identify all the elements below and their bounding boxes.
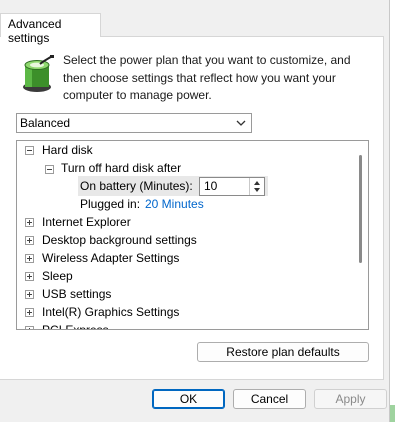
on-battery-minutes-spinner[interactable]: 10 — [199, 177, 265, 196]
restore-plan-defaults-button[interactable]: Restore plan defaults — [197, 342, 369, 362]
tree-item-wireless-adapter[interactable]: Wireless Adapter Settings — [42, 250, 179, 267]
spinner-buttons[interactable] — [249, 178, 264, 195]
edge-line — [389, 0, 390, 422]
expand-icon[interactable] — [25, 290, 34, 299]
expand-icon[interactable] — [25, 326, 34, 329]
background-window-sliver — [390, 405, 395, 422]
expand-icon[interactable] — [25, 236, 34, 245]
apply-button[interactable]: Apply — [314, 389, 387, 409]
tree-item-intel-graphics[interactable]: Intel(R) Graphics Settings — [42, 304, 179, 321]
power-plan-icon — [23, 55, 54, 92]
power-plan-dropdown[interactable]: Balanced — [16, 113, 252, 133]
tree-item-internet-explorer[interactable]: Internet Explorer — [42, 214, 131, 231]
expand-icon[interactable] — [25, 308, 34, 317]
expand-icon[interactable] — [25, 218, 34, 227]
tree-item-hard-disk[interactable]: Hard disk — [42, 142, 93, 159]
expand-icon[interactable] — [25, 272, 34, 281]
plugged-in-value-link[interactable]: 20 Minutes — [145, 196, 204, 213]
spin-down-icon[interactable] — [254, 188, 260, 192]
tree-scrollbar-thumb[interactable] — [359, 155, 362, 263]
ok-button[interactable]: OK — [152, 389, 225, 409]
tree-item-sleep[interactable]: Sleep — [42, 268, 73, 285]
tree-item-desktop-background[interactable]: Desktop background settings — [42, 232, 197, 249]
spin-up-icon[interactable] — [254, 181, 260, 185]
collapse-icon[interactable] — [45, 165, 54, 174]
settings-tree[interactable]: Hard disk Turn off hard disk after On ba… — [16, 140, 369, 330]
window-right-edge — [389, 0, 395, 422]
plan-select-value: Balanced — [20, 116, 71, 130]
collapse-icon[interactable] — [25, 146, 34, 155]
plan-description: Select the power plan that you want to c… — [63, 53, 351, 102]
cancel-button[interactable]: Cancel — [233, 389, 306, 409]
tab-advanced-settings[interactable]: Advanced settings — [0, 13, 101, 45]
tree-item-pci-express[interactable]: PCI Express — [42, 322, 109, 329]
on-battery-value[interactable]: 10 — [204, 179, 217, 193]
tree-item-turn-off-hard-disk[interactable]: Turn off hard disk after — [61, 160, 181, 177]
tree-item-usb-settings[interactable]: USB settings — [42, 286, 111, 303]
expand-icon[interactable] — [25, 254, 34, 263]
on-battery-label: On battery (Minutes): — [80, 179, 193, 193]
plugged-in-label: Plugged in: — [80, 197, 141, 211]
chevron-down-icon — [236, 120, 246, 126]
